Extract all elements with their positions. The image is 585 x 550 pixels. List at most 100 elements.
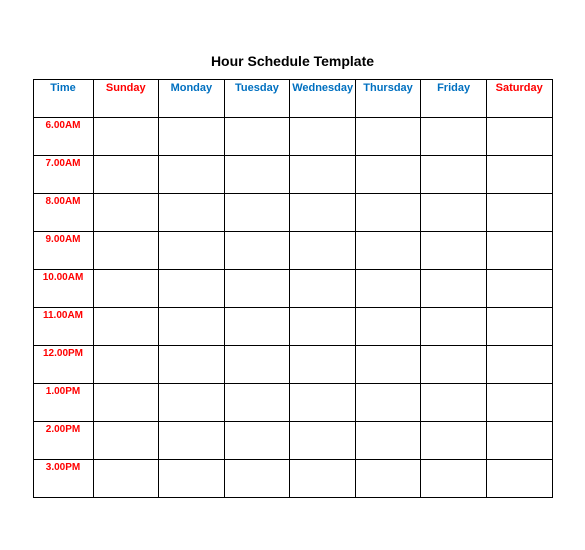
schedule-cell[interactable] bbox=[421, 193, 487, 231]
header-friday: Friday bbox=[421, 79, 487, 117]
table-row: 10.00AM bbox=[33, 269, 552, 307]
header-tuesday: Tuesday bbox=[224, 79, 290, 117]
schedule-cell[interactable] bbox=[224, 117, 290, 155]
schedule-cell[interactable] bbox=[224, 307, 290, 345]
header-wednesday: Wednesday bbox=[290, 79, 356, 117]
schedule-cell[interactable] bbox=[159, 383, 225, 421]
header-monday: Monday bbox=[159, 79, 225, 117]
table-row: 2.00PM bbox=[33, 421, 552, 459]
schedule-cell[interactable] bbox=[93, 117, 159, 155]
schedule-cell[interactable] bbox=[290, 421, 356, 459]
time-cell: 8.00AM bbox=[33, 193, 93, 231]
schedule-cell[interactable] bbox=[93, 421, 159, 459]
schedule-cell[interactable] bbox=[93, 155, 159, 193]
time-cell: 2.00PM bbox=[33, 421, 93, 459]
header-row: Time Sunday Monday Tuesday Wednesday Thu… bbox=[33, 79, 552, 117]
schedule-cell[interactable] bbox=[290, 459, 356, 497]
schedule-cell[interactable] bbox=[355, 231, 421, 269]
schedule-cell[interactable] bbox=[421, 231, 487, 269]
schedule-cell[interactable] bbox=[159, 231, 225, 269]
time-cell: 9.00AM bbox=[33, 231, 93, 269]
schedule-cell[interactable] bbox=[93, 193, 159, 231]
header-time: Time bbox=[33, 79, 93, 117]
schedule-cell[interactable] bbox=[159, 421, 225, 459]
schedule-cell[interactable] bbox=[93, 231, 159, 269]
schedule-cell[interactable] bbox=[224, 231, 290, 269]
schedule-cell[interactable] bbox=[93, 345, 159, 383]
schedule-cell[interactable] bbox=[290, 193, 356, 231]
schedule-cell[interactable] bbox=[93, 269, 159, 307]
schedule-cell[interactable] bbox=[93, 459, 159, 497]
schedule-cell[interactable] bbox=[159, 155, 225, 193]
schedule-cell[interactable] bbox=[290, 155, 356, 193]
time-cell: 11.00AM bbox=[33, 307, 93, 345]
header-thursday: Thursday bbox=[355, 79, 421, 117]
table-row: 7.00AM bbox=[33, 155, 552, 193]
time-cell: 6.00AM bbox=[33, 117, 93, 155]
schedule-cell[interactable] bbox=[355, 307, 421, 345]
schedule-cell[interactable] bbox=[355, 421, 421, 459]
schedule-cell[interactable] bbox=[355, 269, 421, 307]
schedule-cell[interactable] bbox=[159, 117, 225, 155]
table-row: 12.00PM bbox=[33, 345, 552, 383]
schedule-cell[interactable] bbox=[486, 117, 552, 155]
schedule-cell[interactable] bbox=[290, 117, 356, 155]
table-row: 6.00AM bbox=[33, 117, 552, 155]
schedule-cell[interactable] bbox=[486, 383, 552, 421]
schedule-cell[interactable] bbox=[290, 269, 356, 307]
schedule-cell[interactable] bbox=[290, 383, 356, 421]
schedule-cell[interactable] bbox=[486, 269, 552, 307]
schedule-cell[interactable] bbox=[421, 117, 487, 155]
schedule-cell[interactable] bbox=[355, 155, 421, 193]
schedule-cell[interactable] bbox=[421, 383, 487, 421]
schedule-cell[interactable] bbox=[224, 345, 290, 383]
page-container: Hour Schedule Template Time Sunday Monda… bbox=[23, 43, 563, 508]
schedule-cell[interactable] bbox=[93, 307, 159, 345]
time-cell: 3.00PM bbox=[33, 459, 93, 497]
schedule-cell[interactable] bbox=[355, 383, 421, 421]
table-row: 3.00PM bbox=[33, 459, 552, 497]
schedule-cell[interactable] bbox=[421, 345, 487, 383]
schedule-table: Time Sunday Monday Tuesday Wednesday Thu… bbox=[33, 79, 553, 498]
schedule-cell[interactable] bbox=[486, 193, 552, 231]
schedule-cell[interactable] bbox=[224, 269, 290, 307]
schedule-cell[interactable] bbox=[486, 459, 552, 497]
schedule-cell[interactable] bbox=[224, 193, 290, 231]
schedule-cell[interactable] bbox=[290, 345, 356, 383]
schedule-cell[interactable] bbox=[93, 383, 159, 421]
schedule-cell[interactable] bbox=[486, 155, 552, 193]
schedule-cell[interactable] bbox=[486, 421, 552, 459]
schedule-cell[interactable] bbox=[421, 155, 487, 193]
schedule-cell[interactable] bbox=[421, 459, 487, 497]
header-sunday: Sunday bbox=[93, 79, 159, 117]
schedule-cell[interactable] bbox=[224, 383, 290, 421]
schedule-cell[interactable] bbox=[290, 307, 356, 345]
schedule-cell[interactable] bbox=[355, 193, 421, 231]
schedule-cell[interactable] bbox=[290, 231, 356, 269]
schedule-cell[interactable] bbox=[421, 307, 487, 345]
schedule-cell[interactable] bbox=[224, 155, 290, 193]
page-title: Hour Schedule Template bbox=[33, 53, 553, 69]
schedule-cell[interactable] bbox=[421, 421, 487, 459]
schedule-cell[interactable] bbox=[486, 345, 552, 383]
schedule-cell[interactable] bbox=[486, 231, 552, 269]
table-row: 11.00AM bbox=[33, 307, 552, 345]
schedule-cell[interactable] bbox=[159, 307, 225, 345]
schedule-cell[interactable] bbox=[159, 193, 225, 231]
time-cell: 7.00AM bbox=[33, 155, 93, 193]
time-cell: 12.00PM bbox=[33, 345, 93, 383]
schedule-cell[interactable] bbox=[486, 307, 552, 345]
schedule-cell[interactable] bbox=[355, 345, 421, 383]
schedule-cell[interactable] bbox=[421, 269, 487, 307]
schedule-cell[interactable] bbox=[159, 345, 225, 383]
schedule-cell[interactable] bbox=[355, 459, 421, 497]
schedule-cell[interactable] bbox=[224, 421, 290, 459]
table-row: 8.00AM bbox=[33, 193, 552, 231]
schedule-cell[interactable] bbox=[224, 459, 290, 497]
schedule-cell[interactable] bbox=[355, 117, 421, 155]
table-row: 9.00AM bbox=[33, 231, 552, 269]
header-saturday: Saturday bbox=[486, 79, 552, 117]
schedule-cell[interactable] bbox=[159, 269, 225, 307]
table-row: 1.00PM bbox=[33, 383, 552, 421]
schedule-cell[interactable] bbox=[159, 459, 225, 497]
